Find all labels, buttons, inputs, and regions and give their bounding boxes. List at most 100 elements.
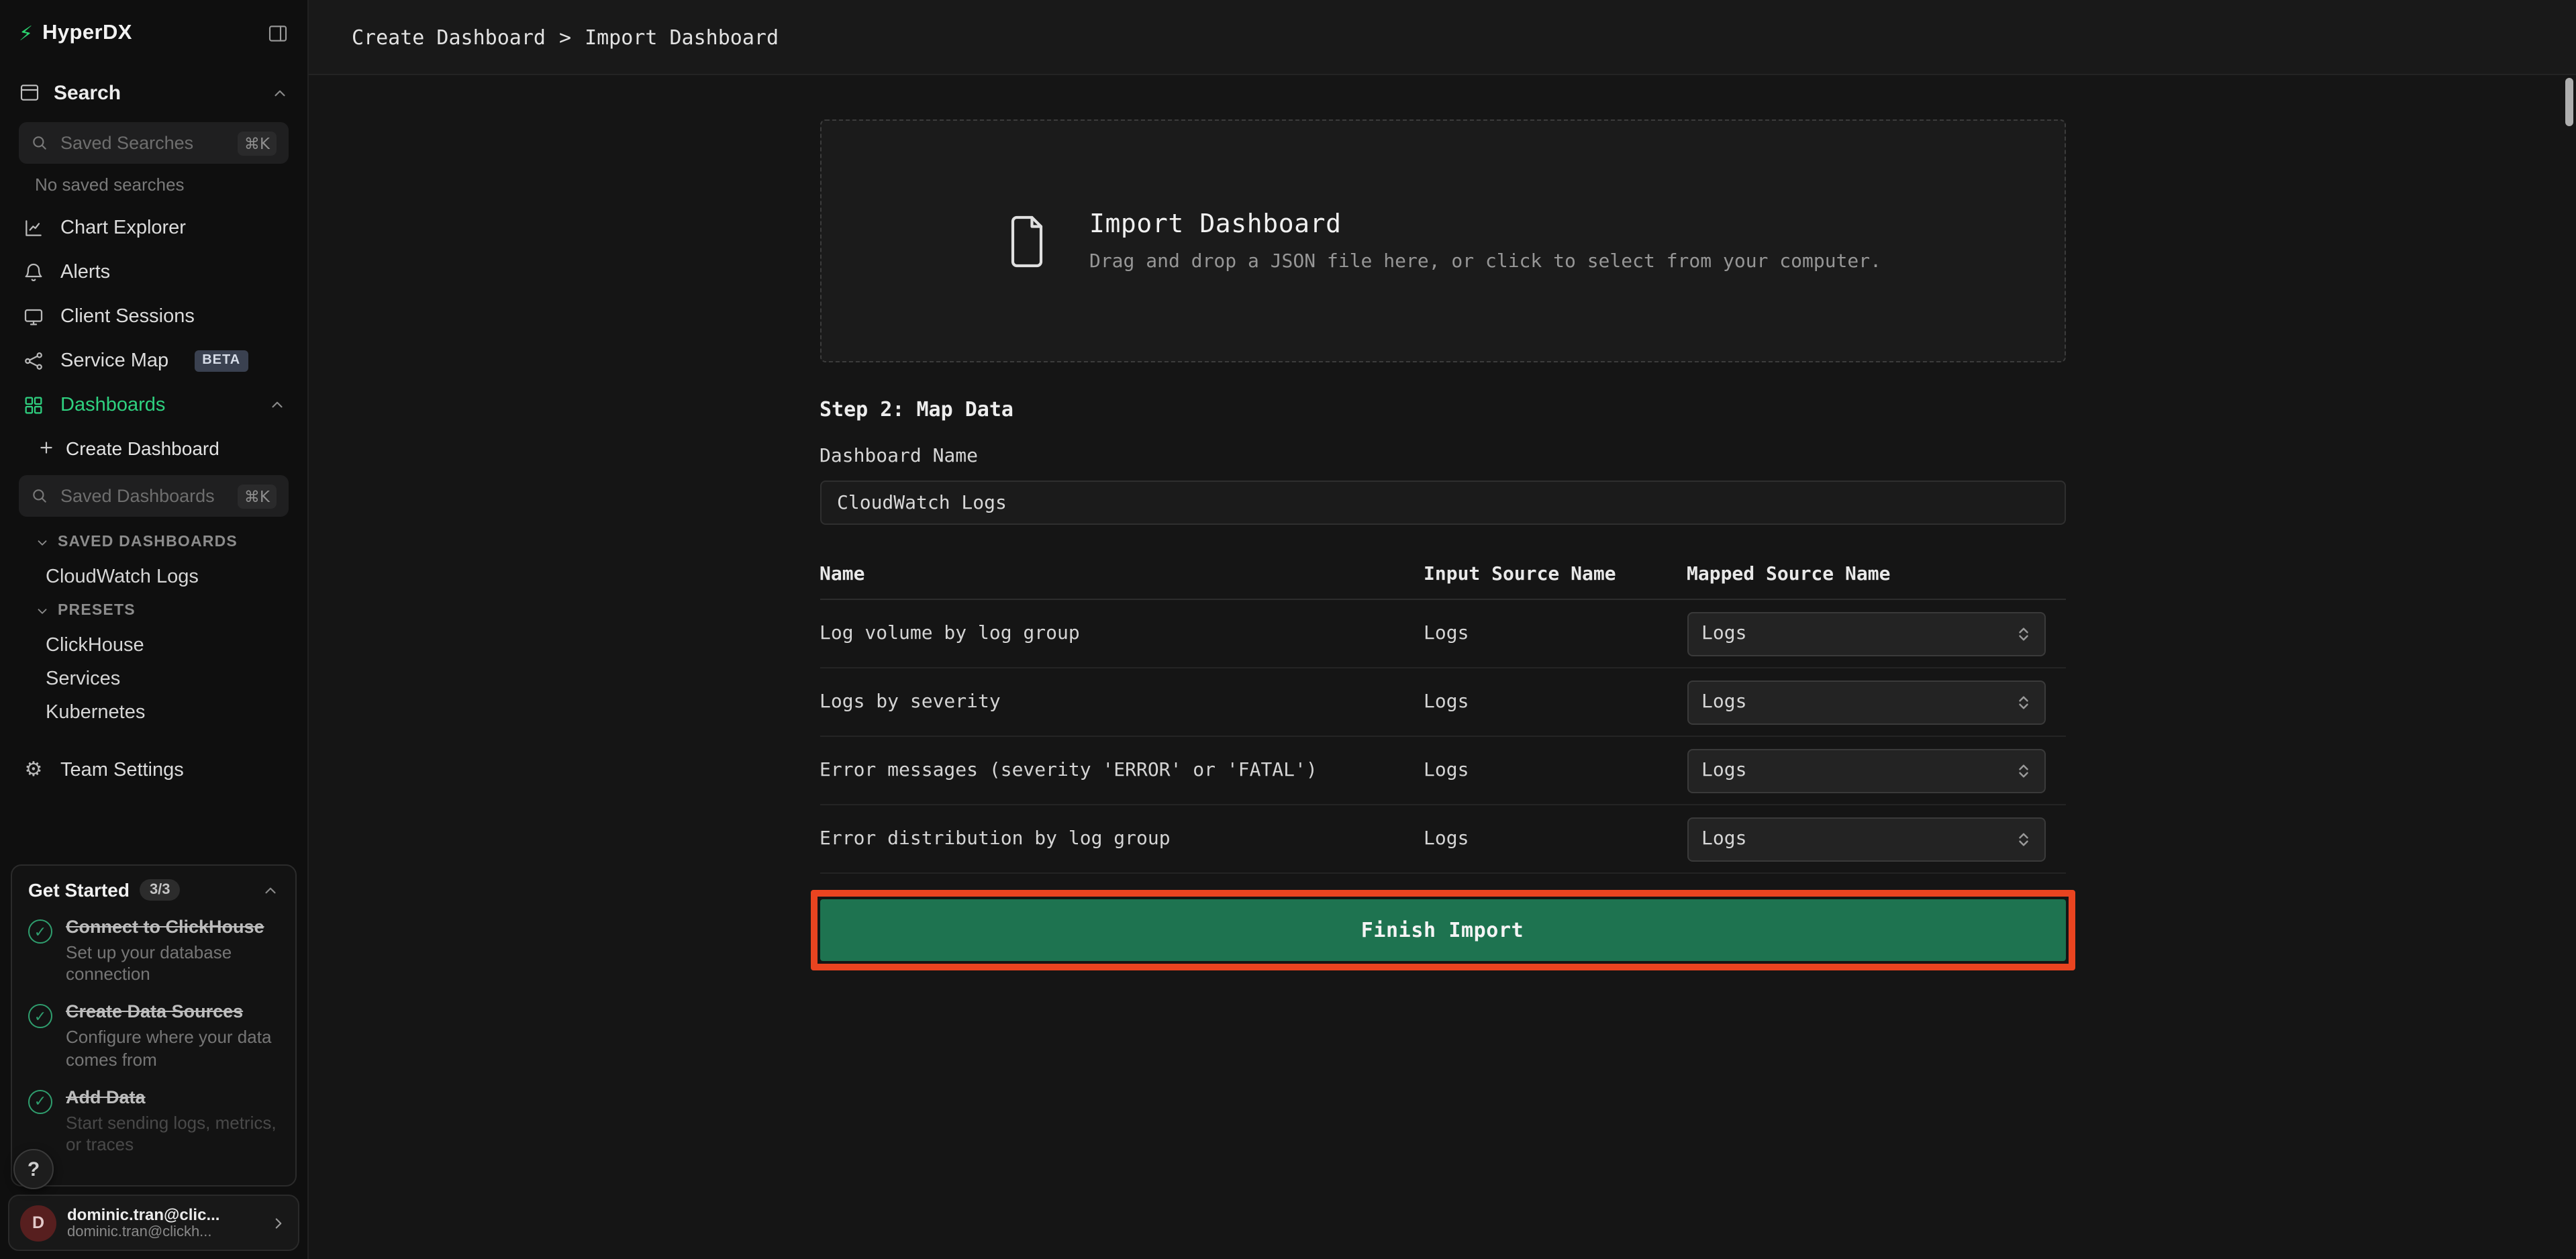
checklist-item-texts: Connect to ClickHouse Set up your databa… <box>66 917 279 986</box>
sidebar-item-search[interactable]: Search <box>19 70 289 115</box>
check-circle-icon: ✓ <box>28 1090 52 1114</box>
chart-name-cell: Error distribution by log group <box>820 828 1424 850</box>
progress-badge: 3/3 <box>140 879 180 901</box>
chart-name-cell: Log volume by log group <box>820 623 1424 644</box>
sidebar-item-team-settings[interactable]: ⚙ Team Settings <box>19 748 289 792</box>
preset-item-clickhouse[interactable]: ClickHouse <box>19 628 289 662</box>
table-row: Logs by severity Logs Logs <box>820 668 2065 737</box>
user-menu[interactable]: D dominic.tran@clic... dominic.tran@clic… <box>8 1195 299 1251</box>
saved-dashboards-group-toggle[interactable]: SAVED DASHBOARDS <box>19 525 289 560</box>
beta-badge: BETA <box>194 350 248 371</box>
mapped-source-cell: Logs <box>1687 680 2065 724</box>
nav-label: Client Sessions <box>60 305 195 327</box>
get-started-title: Get Started <box>28 879 130 901</box>
help-button[interactable]: ? <box>13 1149 54 1189</box>
checklist-item-title: Create Data Sources <box>66 1002 279 1025</box>
collapse-sidebar-icon[interactable] <box>267 23 289 44</box>
select-value: Logs <box>1701 760 1746 781</box>
input-source-cell: Logs <box>1424 828 1687 850</box>
table-row: Error distribution by log group Logs Log… <box>820 805 2065 874</box>
preset-item-services[interactable]: Services <box>19 662 289 695</box>
team-settings-label: Team Settings <box>60 759 184 780</box>
select-stepper-icon <box>2016 829 2030 849</box>
chart-name-cell: Logs by severity <box>820 691 1424 713</box>
user-email: dominic.tran@clickh... <box>67 1224 259 1240</box>
avatar: D <box>20 1205 56 1241</box>
json-dropzone[interactable]: Import Dashboard Drag and drop a JSON fi… <box>820 119 2065 362</box>
chevron-up-icon[interactable] <box>262 881 279 899</box>
logo-bolt-icon: ⚡ <box>19 21 33 46</box>
nav-label: Dashboards <box>60 394 165 415</box>
checklist-item-title: Add Data <box>66 1087 279 1110</box>
checklist-item-subtitle: Configure where your data comes from <box>66 1027 279 1071</box>
saved-searches-input[interactable] <box>58 132 228 154</box>
dashboards-grid-icon <box>21 394 46 415</box>
group-label-text: PRESETS <box>58 603 136 619</box>
breadcrumb-create-dashboard[interactable]: Create Dashboard <box>352 25 546 49</box>
input-source-cell: Logs <box>1424 760 1687 781</box>
saved-dashboards-input-wrap[interactable]: ⌘K <box>19 475 289 517</box>
main-area: Create Dashboard > Import Dashboard Impo… <box>309 0 2576 1259</box>
search-section-label: Search <box>54 81 121 104</box>
sidebar: ⚡ HyperDX Search ⌘K <box>0 0 309 1259</box>
bell-icon <box>21 261 46 283</box>
table-row: Error messages (severity 'ERROR' or 'FAT… <box>820 737 2065 805</box>
get-started-header[interactable]: Get Started 3/3 <box>28 879 279 901</box>
checklist-item-subtitle: Set up your database connection <box>66 942 279 986</box>
presets-group-toggle[interactable]: PRESETS <box>19 593 289 628</box>
dashboard-name-input[interactable] <box>820 481 2065 525</box>
create-dashboard-button[interactable]: Create Dashboard <box>19 427 289 468</box>
checklist-item-texts: Add Data Start sending logs, metrics, or… <box>66 1087 279 1156</box>
user-texts: dominic.tran@clic... dominic.tran@clickh… <box>67 1205 259 1240</box>
input-source-cell: Logs <box>1424 691 1687 713</box>
search-window-icon <box>19 82 40 103</box>
chart-name-cell: Error messages (severity 'ERROR' or 'FAT… <box>820 760 1424 781</box>
sidebar-item-client-sessions[interactable]: Client Sessions <box>19 294 289 338</box>
no-saved-searches-text: No saved searches <box>19 172 289 205</box>
sidebar-bottom: Get Started 3/3 ✓ Connect to ClickHouse … <box>0 864 307 1259</box>
mapping-table: Name Input Source Name Mapped Source Nam… <box>820 549 2065 874</box>
file-icon <box>1003 211 1052 270</box>
get-started-card: Get Started 3/3 ✓ Connect to ClickHouse … <box>11 864 297 1187</box>
annotation-highlight: Finish Import <box>810 890 2075 970</box>
create-dashboard-label: Create Dashboard <box>66 437 219 458</box>
saved-searches-input-wrap[interactable]: ⌘K <box>19 122 289 164</box>
sidebar-item-chart-explorer[interactable]: Chart Explorer <box>19 205 289 250</box>
check-circle-icon: ✓ <box>28 1005 52 1029</box>
app-root: ⚡ HyperDX Search ⌘K <box>0 0 2576 1259</box>
mapped-source-select[interactable]: Logs <box>1687 817 2045 861</box>
service-map-icon <box>21 350 46 371</box>
check-circle-icon: ✓ <box>28 919 52 944</box>
chevron-up-icon[interactable] <box>271 84 289 101</box>
dashboard-name-label: Dashboard Name <box>820 446 2065 467</box>
select-stepper-icon <box>2016 623 2030 644</box>
checklist-item[interactable]: ✓ Add Data Start sending logs, metrics, … <box>28 1087 279 1156</box>
sidebar-item-service-map[interactable]: Service Map BETA <box>19 338 289 383</box>
table-header-row: Name Input Source Name Mapped Source Nam… <box>820 549 2065 600</box>
preset-item-kubernetes[interactable]: Kubernetes <box>19 695 289 729</box>
chevron-up-icon[interactable] <box>268 396 286 413</box>
sidebar-item-dashboards[interactable]: Dashboards <box>19 383 289 427</box>
select-value: Logs <box>1701 828 1746 850</box>
app-title: HyperDX <box>42 21 132 46</box>
sidebar-item-alerts[interactable]: Alerts <box>19 250 289 294</box>
finish-import-button[interactable]: Finish Import <box>820 899 2065 961</box>
checklist-item-texts: Create Data Sources Configure where your… <box>66 1002 279 1071</box>
breadcrumb-import-dashboard[interactable]: Import Dashboard <box>585 25 779 49</box>
shortcut-badge: ⌘K <box>238 131 277 155</box>
shortcut-badge: ⌘K <box>238 484 277 508</box>
sidebar-content: ⚡ HyperDX Search ⌘K <box>0 0 307 792</box>
mapped-source-select[interactable]: Logs <box>1687 680 2045 724</box>
saved-dashboards-input[interactable] <box>58 485 228 507</box>
group-label-text: SAVED DASHBOARDS <box>58 534 238 550</box>
dashboard-item-cloudwatch-logs[interactable]: CloudWatch Logs <box>19 560 289 593</box>
checklist-item[interactable]: ✓ Create Data Sources Configure where yo… <box>28 1002 279 1071</box>
table-header-mapped-source: Mapped Source Name <box>1687 563 2065 585</box>
table-row: Log volume by log group Logs Logs <box>820 600 2065 668</box>
checklist-item[interactable]: ✓ Connect to ClickHouse Set up your data… <box>28 917 279 986</box>
magnifier-icon <box>31 134 48 152</box>
mapped-source-select[interactable]: Logs <box>1687 611 2045 656</box>
scrollbar-thumb[interactable] <box>2565 78 2573 126</box>
mapped-source-select[interactable]: Logs <box>1687 748 2045 793</box>
plus-icon <box>38 439 55 456</box>
